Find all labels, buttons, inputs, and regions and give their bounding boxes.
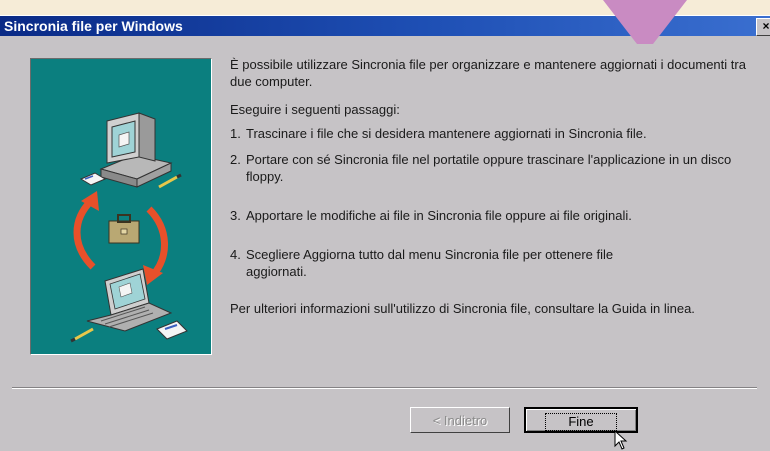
help-note: Per ulteriori informazioni sull'utilizzo… [230, 301, 695, 316]
laptop-icon [70, 268, 188, 343]
list-item: 4. Scegliere Aggiorna tutto dal menu Sin… [230, 246, 755, 280]
steps-list: 1. Trascinare i file che si desidera man… [230, 125, 755, 280]
mouse-pointer-icon [614, 430, 628, 450]
list-item: 1. Trascinare i file che si desidera man… [230, 126, 647, 141]
back-button[interactable]: < Indietro [410, 407, 510, 433]
window-title: Sincronia file per Windows [4, 18, 183, 34]
steps-heading: Eseguire i seguenti passaggi: [230, 102, 400, 117]
wizard-banner-illustration [30, 58, 212, 355]
step-text: Trascinare i file che si desidera manten… [246, 126, 647, 141]
intro-text: È possibile utilizzare Sincronia file pe… [230, 57, 746, 89]
step-text: Scegliere Aggiorna tutto dal menu Sincro… [246, 247, 614, 279]
desktop-computer-icon [79, 112, 182, 189]
instructions-panel: È possibile utilizzare Sincronia file pe… [230, 56, 755, 317]
close-button[interactable]: × [756, 18, 770, 36]
dialog-window: Sincronia file per Windows × È possibile… [0, 15, 770, 451]
step-text: Portare con sé Sincronia file nel portat… [246, 152, 732, 184]
briefcase-icon [108, 214, 140, 244]
separator-line [12, 387, 757, 389]
list-item: 2. Portare con sé Sincronia file nel por… [230, 152, 732, 184]
list-item: 3. Apportare le modifiche ai file in Sin… [230, 208, 632, 223]
step-text: Apportare le modifiche ai file in Sincro… [246, 208, 632, 223]
callout-marker-icon [603, 0, 687, 44]
